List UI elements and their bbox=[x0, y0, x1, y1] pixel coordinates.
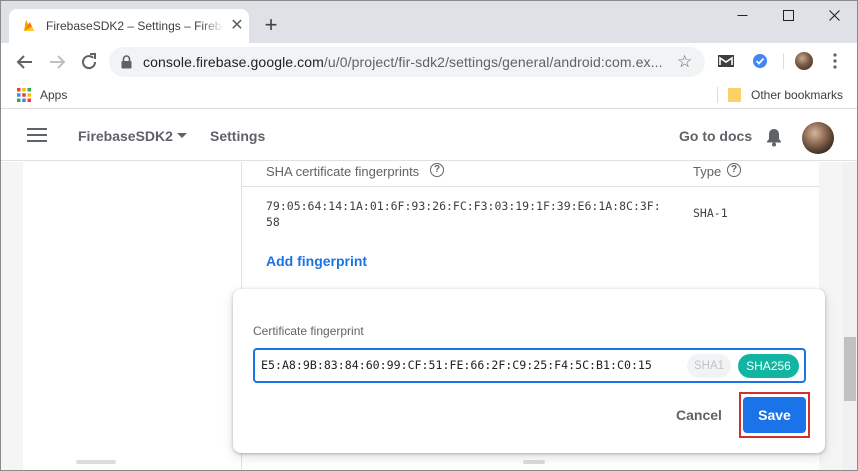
sha1-chip[interactable]: SHA1 bbox=[687, 354, 731, 378]
tab-strip: FirebaseSDK2 – Settings – Firebase ✕ + bbox=[1, 1, 857, 43]
fingerprint-input-value: E5:A8:9B:83:84:60:99:CF:51:FE:66:2F:C9:2… bbox=[261, 358, 652, 372]
save-button[interactable]: Save bbox=[743, 397, 806, 433]
apps-grid-icon[interactable] bbox=[17, 88, 31, 102]
browser-window: FirebaseSDK2 – Settings – Firebase ✕ + c… bbox=[0, 0, 858, 471]
add-fingerprint-dialog: Certificate fingerprint E5:A8:9B:83:84:6… bbox=[233, 289, 825, 453]
tab-close-icon[interactable]: ✕ bbox=[229, 18, 245, 34]
project-selector[interactable]: FirebaseSDK2 bbox=[78, 128, 173, 144]
scrollbar-thumb[interactable] bbox=[844, 337, 856, 401]
user-avatar[interactable] bbox=[802, 122, 834, 154]
table-divider bbox=[242, 186, 819, 187]
hamburger-menu-icon[interactable] bbox=[27, 128, 47, 142]
help-icon[interactable]: ? bbox=[430, 163, 444, 177]
page-title: Settings bbox=[210, 128, 266, 144]
url-text: console.firebase.google.com/u/0/project/… bbox=[143, 54, 663, 70]
bookmarks-separator bbox=[717, 87, 718, 103]
gmail-extension-icon[interactable] bbox=[717, 52, 735, 70]
maximize-icon bbox=[782, 10, 794, 21]
apps-bookmark[interactable]: Apps bbox=[40, 88, 67, 102]
url-host: console.firebase.google.com bbox=[143, 54, 324, 70]
lock-icon bbox=[121, 55, 132, 69]
browser-menu-icon[interactable] bbox=[829, 52, 841, 70]
new-tab-button[interactable]: + bbox=[259, 14, 283, 38]
back-arrow-icon[interactable] bbox=[13, 50, 37, 74]
minimize-button[interactable] bbox=[719, 1, 765, 31]
caret-down-icon[interactable] bbox=[177, 133, 187, 138]
checkmark-extension-icon[interactable] bbox=[751, 52, 769, 70]
obscured-text bbox=[76, 460, 116, 464]
firebase-header: FirebaseSDK2 Settings Go to docs bbox=[1, 110, 857, 161]
address-bar[interactable]: console.firebase.google.com/u/0/project/… bbox=[109, 47, 705, 77]
help-icon[interactable]: ? bbox=[727, 163, 741, 177]
url-path: /u/0/project/fir-sdk2/settings/general/a… bbox=[323, 54, 663, 70]
fingerprint-field-label: Certificate fingerprint bbox=[253, 324, 364, 338]
reload-icon[interactable] bbox=[77, 50, 101, 74]
sha256-chip[interactable]: SHA256 bbox=[738, 354, 799, 378]
close-window-button[interactable] bbox=[811, 1, 857, 31]
star-icon[interactable]: ☆ bbox=[677, 53, 692, 70]
cancel-button[interactable]: Cancel bbox=[663, 400, 735, 430]
bookmarks-bar: Apps Other bookmarks bbox=[1, 81, 857, 109]
maximize-button[interactable] bbox=[765, 1, 811, 31]
fingerprint-type: SHA-1 bbox=[693, 206, 728, 220]
fingerprint-input[interactable]: E5:A8:9B:83:84:60:99:CF:51:FE:66:2F:C9:2… bbox=[253, 348, 806, 383]
fingerprint-column-header: SHA certificate fingerprints bbox=[266, 164, 420, 179]
type-column-header: Type bbox=[693, 164, 722, 179]
fingerprint-value: 79:05:64:14:1A:01:6F:93:26:FC:F3:03:19:1… bbox=[266, 199, 661, 229]
folder-icon bbox=[728, 88, 741, 102]
forward-arrow-icon[interactable] bbox=[45, 50, 69, 74]
add-fingerprint-link[interactable]: Add fingerprint bbox=[266, 253, 367, 269]
firebase-flame-icon bbox=[24, 20, 34, 31]
obscured-text bbox=[523, 460, 545, 464]
bell-icon[interactable] bbox=[765, 127, 783, 147]
browser-tab[interactable]: FirebaseSDK2 – Settings – Firebase ✕ bbox=[9, 9, 249, 43]
tab-title: FirebaseSDK2 – Settings – Firebase bbox=[46, 19, 224, 33]
close-icon bbox=[828, 10, 840, 21]
profile-avatar[interactable] bbox=[795, 52, 813, 70]
minimize-icon bbox=[737, 15, 747, 16]
go-to-docs-link[interactable]: Go to docs bbox=[679, 128, 752, 144]
other-bookmarks[interactable]: Other bookmarks bbox=[751, 88, 843, 102]
page-scrollbar[interactable] bbox=[843, 162, 857, 470]
toolbar-separator bbox=[783, 53, 784, 69]
